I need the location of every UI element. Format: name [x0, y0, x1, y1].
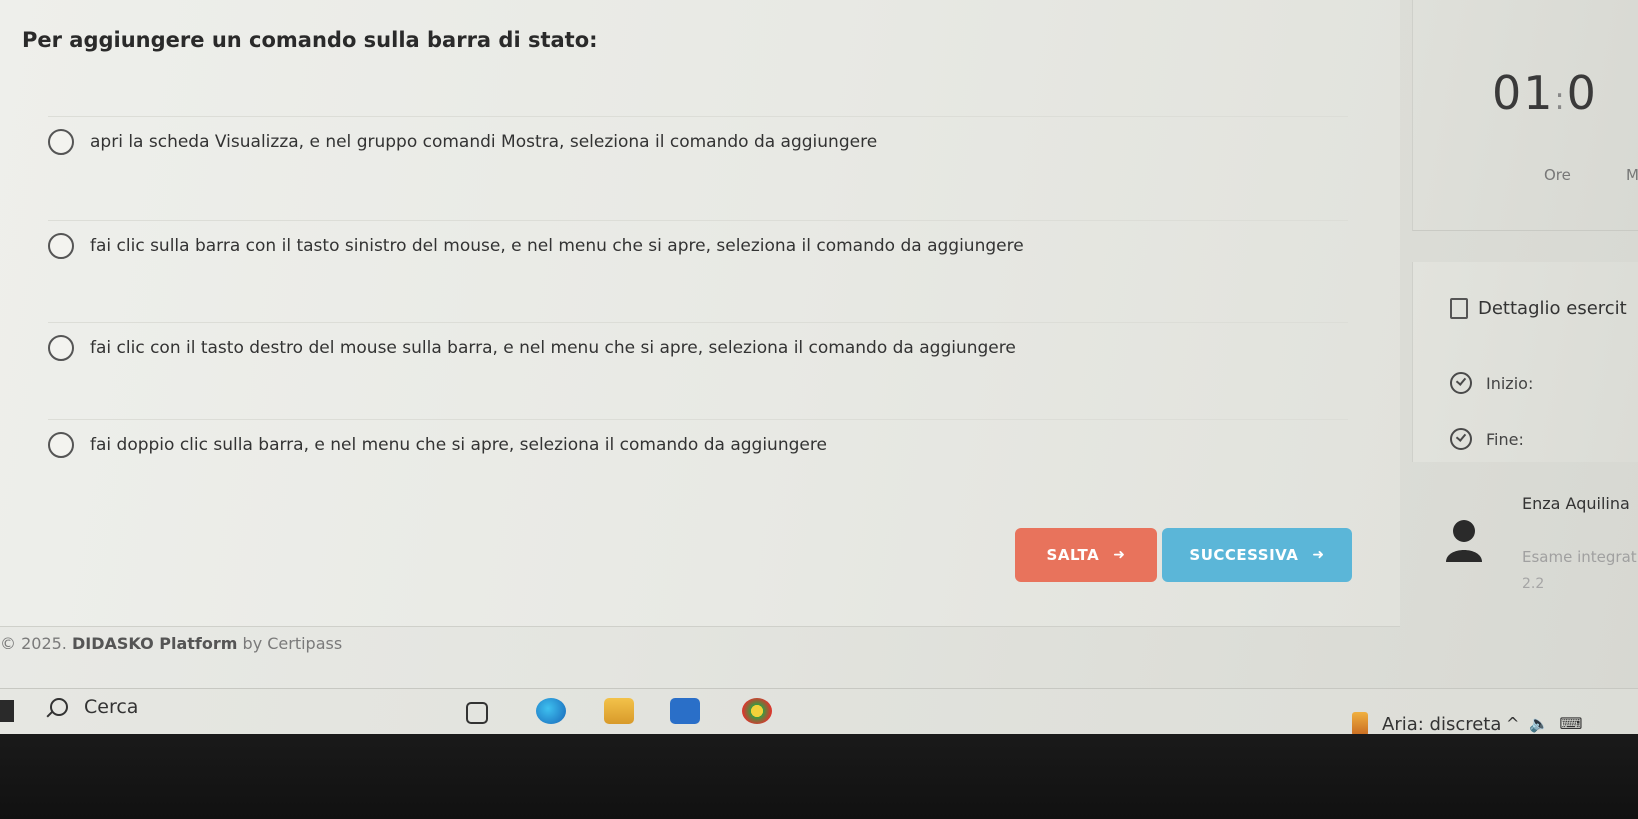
clock-check-icon: [1450, 428, 1472, 450]
weather-label: Aria: discreta: [1382, 713, 1502, 735]
start-icon[interactable]: [0, 700, 14, 722]
answer-label: fai clic con il tasto destro del mouse s…: [90, 338, 1016, 358]
footer: © 2025. DIDASKO Platform by Certipass: [0, 634, 342, 653]
skip-button[interactable]: SALTA ➜: [1015, 528, 1157, 582]
details-title: Dettaglio esercit: [1478, 298, 1627, 319]
start-row: Inizio:: [1450, 372, 1533, 394]
arrow-right-icon: ➜: [1113, 547, 1126, 563]
next-label: SUCCESSIVA: [1189, 546, 1299, 564]
arrow-right-icon: ➜: [1312, 547, 1325, 563]
radio-button[interactable]: [48, 129, 74, 155]
timer-minutes-label: M: [1626, 166, 1638, 184]
timer-display: 01:0: [1492, 66, 1598, 120]
skip-label: SALTA: [1046, 546, 1100, 564]
task-view-icon[interactable]: [466, 702, 488, 724]
weather-widget[interactable]: Aria: discreta: [1352, 712, 1501, 736]
radio-button[interactable]: [48, 335, 74, 361]
question-text: Per aggiungere un comando sulla barra di…: [22, 28, 598, 52]
screen: Per aggiungere un comando sulla barra di…: [0, 0, 1638, 732]
timer-hours-label: Ore: [1544, 166, 1571, 184]
document-icon: [1450, 298, 1468, 319]
answer-option-2[interactable]: fai clic sulla barra con il tasto sinist…: [48, 220, 1348, 271]
radio-button[interactable]: [48, 432, 74, 458]
user-name: Enza Aquilina: [1522, 494, 1630, 513]
answer-label: apri la scheda Visualizza, e nel gruppo …: [90, 132, 878, 152]
timer-separator: :: [1554, 82, 1567, 117]
quiz-panel: Per aggiungere un comando sulla barra di…: [0, 0, 1400, 627]
taskbar-search[interactable]: Cerca: [50, 696, 138, 718]
start-label: Inizio:: [1486, 373, 1534, 393]
air-quality-icon: [1352, 712, 1368, 736]
speaker-icon[interactable]: 🔈: [1529, 714, 1559, 733]
monitor-bezel: [0, 734, 1638, 819]
timer-minutes: 0: [1566, 66, 1598, 120]
radio-button[interactable]: [48, 233, 74, 259]
answer-label: fai doppio clic sulla barra, e nel menu …: [90, 435, 827, 455]
clock-check-icon: [1450, 372, 1472, 394]
chevron-up-icon[interactable]: ^: [1506, 714, 1529, 733]
details-panel: [1412, 262, 1638, 462]
brand-by: by Certipass: [242, 634, 343, 653]
next-button[interactable]: SUCCESSIVA ➜: [1162, 528, 1352, 582]
system-tray[interactable]: ^🔈⌨: [1506, 714, 1592, 733]
brand-name: DIDASKO Platform: [71, 634, 238, 653]
outlook-icon[interactable]: [670, 698, 700, 724]
answer-option-1[interactable]: apri la scheda Visualizza, e nel gruppo …: [48, 116, 1348, 167]
search-label: Cerca: [84, 696, 139, 718]
user-extra: 2.2: [1522, 576, 1545, 592]
answer-option-4[interactable]: fai doppio clic sulla barra, e nel menu …: [48, 419, 1348, 470]
copyright: © 2025.: [0, 634, 67, 653]
end-row: Fine:: [1450, 428, 1524, 450]
timer-hours: 01: [1492, 66, 1555, 120]
keyboard-icon[interactable]: ⌨: [1559, 714, 1592, 733]
file-explorer-icon[interactable]: [604, 698, 634, 724]
user-exam: Esame integrat: [1522, 548, 1637, 566]
end-label: Fine:: [1486, 429, 1524, 449]
details-header: Dettaglio esercit: [1450, 298, 1627, 319]
search-icon: [50, 698, 68, 716]
edge-icon[interactable]: [536, 698, 566, 724]
user-avatar-icon: [1446, 520, 1482, 562]
answer-option-3[interactable]: fai clic con il tasto destro del mouse s…: [48, 322, 1348, 373]
chrome-icon[interactable]: [742, 698, 772, 724]
answer-label: fai clic sulla barra con il tasto sinist…: [90, 236, 1024, 256]
